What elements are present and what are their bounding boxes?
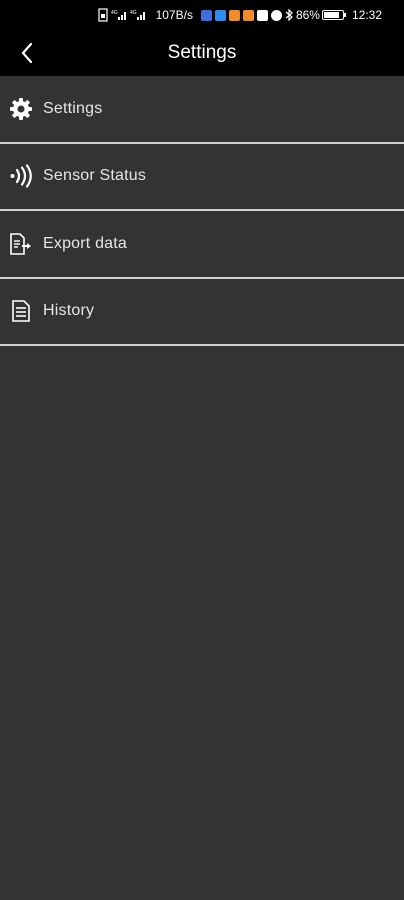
menu-item-label: Export data xyxy=(43,234,128,252)
app-bar: Settings xyxy=(0,30,404,76)
app-notification-icon xyxy=(256,9,268,21)
gear-icon xyxy=(9,97,33,121)
menu-item-settings[interactable]: Settings xyxy=(0,76,404,144)
back-button[interactable] xyxy=(12,38,42,68)
battery-fill xyxy=(323,12,340,18)
app-notification-icon xyxy=(242,9,254,21)
sim-card-icon xyxy=(97,8,108,22)
menu-item-label: Sensor Status xyxy=(43,167,147,185)
document-list-icon xyxy=(9,299,33,323)
battery-icon xyxy=(321,10,346,20)
menu-item-history[interactable]: History xyxy=(0,279,404,346)
menu-item-sensor-status[interactable]: Sensor Status xyxy=(0,144,404,211)
bluetooth-icon xyxy=(285,9,293,21)
app-notification-icon xyxy=(214,9,226,21)
menu-item-label: Settings xyxy=(43,99,103,117)
clock: 12:32 xyxy=(351,8,382,22)
network-speed: 107B/s xyxy=(155,8,193,22)
svg-text:4G: 4G xyxy=(111,10,118,16)
chevron-left-icon xyxy=(21,42,33,64)
cell-signal-icon: 4G xyxy=(111,10,126,20)
signal-waves-icon xyxy=(9,164,33,188)
app-notification-icon xyxy=(200,9,212,21)
battery-percent: 86% xyxy=(295,8,320,22)
svg-text:4G: 4G xyxy=(130,10,137,16)
app-notification-icon xyxy=(228,9,240,21)
export-document-icon xyxy=(9,232,33,256)
cell-signal-2-icon: 4G xyxy=(130,10,145,20)
signal-indicators: 4G 4G xyxy=(97,8,146,22)
menu-item-label: History xyxy=(43,302,95,320)
menu-item-export-data[interactable]: Export data xyxy=(0,211,404,279)
settings-menu: Settings Sensor Status Export data Histo… xyxy=(0,76,404,346)
status-bar: 4G 4G 107B/s 86% 12:32 xyxy=(0,0,404,30)
notification-icons xyxy=(200,9,293,21)
app-notification-icon xyxy=(270,9,282,21)
page-title: Settings xyxy=(167,42,237,63)
